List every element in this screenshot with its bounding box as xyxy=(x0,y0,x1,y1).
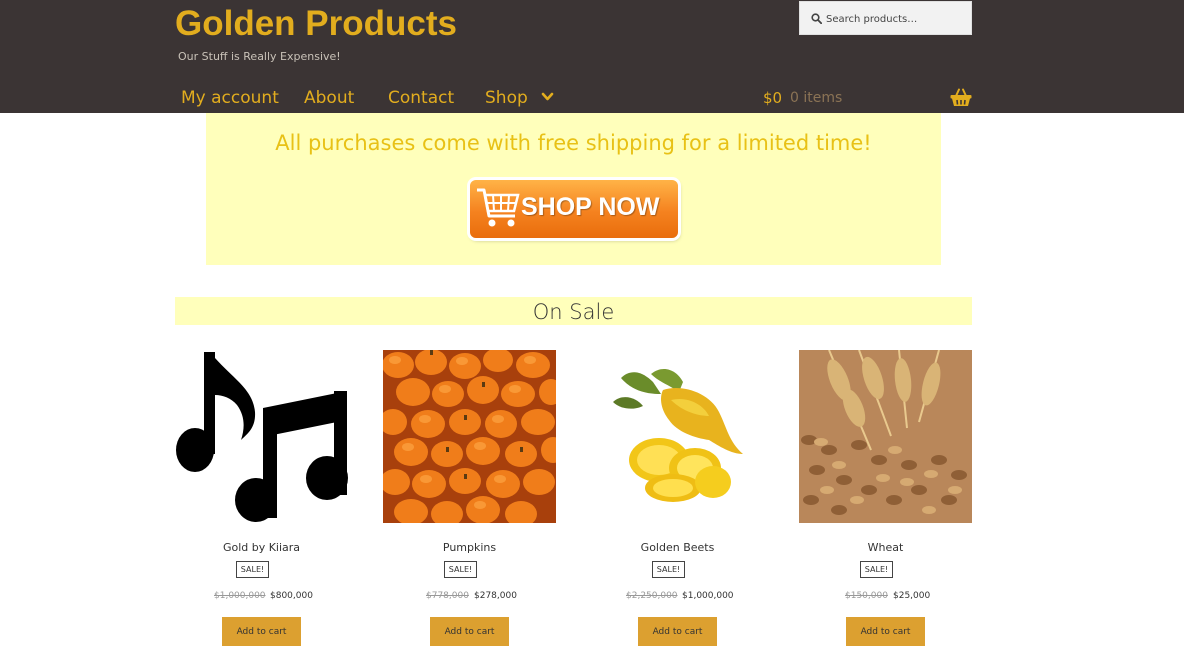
shop-now-label: SHOP NOW xyxy=(521,193,660,221)
nav-contact[interactable]: Contact xyxy=(388,88,454,108)
original-price: $1,000,000 xyxy=(214,591,266,601)
add-to-cart-button[interactable]: Add to cart xyxy=(638,617,717,646)
product-name[interactable]: Gold by Kiiara xyxy=(175,541,348,554)
add-to-cart-button[interactable]: Add to cart xyxy=(430,617,509,646)
product-name[interactable]: Golden Beets xyxy=(591,541,764,554)
shop-now-button[interactable]: SHOP NOW xyxy=(470,180,678,238)
product-name[interactable]: Wheat xyxy=(799,541,972,554)
sale-price: $800,000 xyxy=(270,591,313,601)
add-to-cart-button[interactable]: Add to cart xyxy=(222,617,301,646)
sale-badge: SALE! xyxy=(652,561,685,578)
golden-beets-image[interactable] xyxy=(591,350,764,523)
promo-text: All purchases come with free shipping fo… xyxy=(275,131,872,155)
add-to-cart-button[interactable]: Add to cart xyxy=(846,617,925,646)
product-card: Wheat SALE! $150,000 $25,000 Add to cart xyxy=(799,350,972,650)
sale-price: $1,000,000 xyxy=(682,591,734,601)
nav-shop[interactable]: Shop xyxy=(485,88,528,108)
site-tagline: Our Stuff is Really Expensive! xyxy=(178,50,341,63)
original-price: $2,250,000 xyxy=(626,591,678,601)
product-card: Gold by Kiiara SALE! $1,000,000 $800,000… xyxy=(175,350,348,650)
product-card: Golden Beets SALE! $2,250,000 $1,000,000… xyxy=(591,350,764,650)
product-card: Pumpkins SALE! $778,000 $278,000 Add to … xyxy=(383,350,556,650)
chevron-down-icon[interactable] xyxy=(541,92,554,102)
sale-badge: SALE! xyxy=(444,561,477,578)
sale-badge: SALE! xyxy=(860,561,893,578)
original-price: $778,000 xyxy=(426,591,469,601)
sale-price: $278,000 xyxy=(474,591,517,601)
cart-count[interactable]: 0 items xyxy=(790,90,842,106)
promo-banner: All purchases come with free shipping fo… xyxy=(206,113,941,265)
basket-icon[interactable] xyxy=(950,88,972,107)
site-header: Golden Products Our Stuff is Really Expe… xyxy=(0,0,1184,113)
sale-badge: SALE! xyxy=(236,561,269,578)
search-box[interactable] xyxy=(799,1,972,35)
search-icon xyxy=(811,13,822,24)
shopping-cart-icon xyxy=(477,188,520,227)
section-title: On Sale xyxy=(175,297,972,325)
cart-total[interactable]: $0 xyxy=(763,89,782,107)
nav-about[interactable]: About xyxy=(304,88,354,108)
original-price: $150,000 xyxy=(845,591,888,601)
product-name[interactable]: Pumpkins xyxy=(383,541,556,554)
sale-price: $25,000 xyxy=(893,591,931,601)
search-input[interactable] xyxy=(826,10,966,28)
site-title[interactable]: Golden Products xyxy=(175,4,457,44)
wheat-image[interactable] xyxy=(799,350,972,523)
nav-my-account[interactable]: My account xyxy=(181,88,279,108)
pumpkins-image[interactable] xyxy=(383,350,556,523)
music-notes-image[interactable] xyxy=(175,350,348,523)
